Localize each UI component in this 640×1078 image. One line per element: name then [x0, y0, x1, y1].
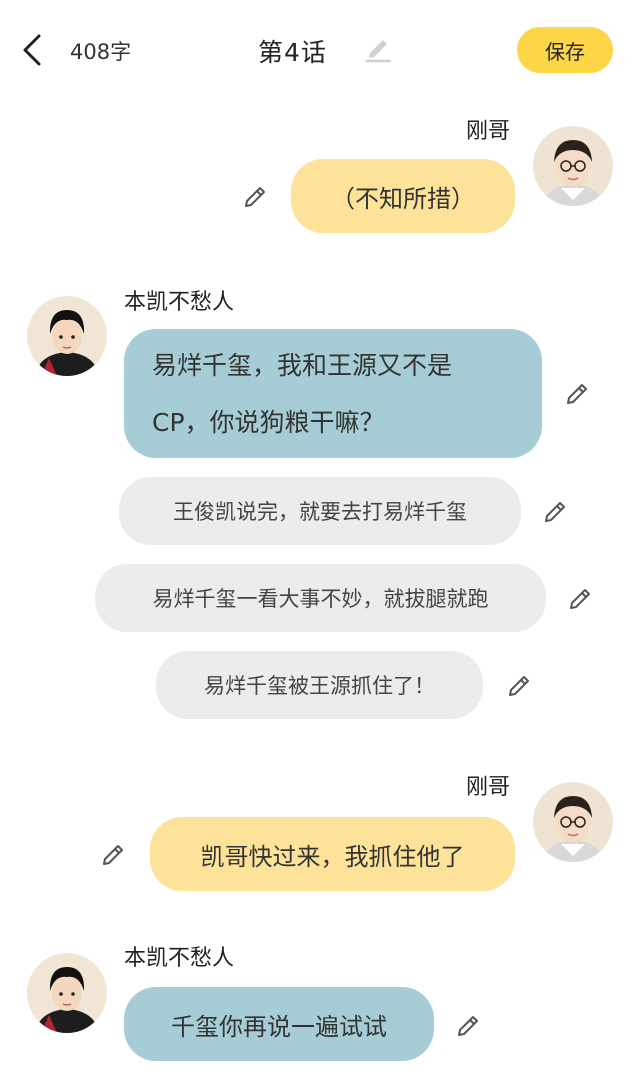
narration-bubble[interactable]: 易烊千玺一看大事不妙，就拔腿就跑 — [95, 564, 546, 632]
pencil-icon — [365, 40, 392, 63]
save-button[interactable]: 保存 — [517, 27, 613, 73]
speaker-name: 本凯不愁人 — [124, 290, 235, 315]
pencil-icon — [103, 845, 123, 865]
back-button[interactable] — [14, 30, 50, 70]
edit-message-button[interactable] — [99, 839, 129, 869]
edit-message-button[interactable] — [241, 181, 271, 211]
pencil-icon — [545, 502, 565, 522]
boy-with-glasses-avatar — [533, 782, 613, 862]
message-text: （不知所措） — [331, 184, 475, 213]
chevron-left-icon — [23, 34, 41, 66]
pencil-icon — [567, 384, 587, 404]
avatar[interactable] — [27, 296, 107, 376]
chapter-title: 第4话 — [258, 38, 327, 67]
boy-dark-hair-avatar — [27, 296, 107, 376]
avatar[interactable] — [533, 782, 613, 862]
pencil-icon — [509, 676, 529, 696]
avatar[interactable] — [533, 126, 613, 206]
message-text: 凯哥快过来，我抓住他了 — [200, 842, 465, 871]
edit-message-button[interactable] — [454, 1010, 484, 1040]
pencil-icon — [458, 1016, 478, 1036]
narration-bubble[interactable]: 易烊千玺被王源抓住了！ — [156, 651, 483, 719]
message-text-line: CP，你说狗粮干嘛？ — [152, 407, 385, 437]
message-text-line: 易烊千玺，我和王源又不是 — [152, 350, 453, 380]
edit-title-button[interactable] — [362, 32, 394, 64]
word-count: 408字 — [70, 40, 132, 64]
edit-message-button[interactable] — [541, 496, 571, 526]
narration-bubble[interactable]: 王俊凯说完，就要去打易烊千玺 — [119, 477, 521, 545]
message-bubble[interactable]: （不知所措） — [291, 159, 515, 233]
pencil-icon — [245, 187, 265, 207]
speaker-name: 本凯不愁人 — [124, 946, 235, 971]
edit-message-button[interactable] — [566, 583, 596, 613]
narration-text: 易烊千玺一看大事不妙，就拔腿就跑 — [152, 587, 489, 611]
narration-text: 王俊凯说完，就要去打易烊千玺 — [173, 500, 467, 524]
boy-with-glasses-avatar — [533, 126, 613, 206]
speaker-name: 刚哥 — [466, 775, 511, 800]
edit-message-button[interactable] — [563, 378, 593, 408]
boy-dark-hair-avatar — [27, 953, 107, 1033]
message-bubble[interactable]: 易烊千玺，我和王源又不是 CP，你说狗粮干嘛？ — [124, 329, 542, 458]
narration-text: 易烊千玺被王源抓住了！ — [204, 674, 435, 698]
edit-message-button[interactable] — [505, 670, 535, 700]
message-bubble[interactable]: 千玺你再说一遍试试 — [124, 987, 434, 1061]
speaker-name: 刚哥 — [466, 119, 511, 144]
avatar[interactable] — [27, 953, 107, 1033]
message-bubble[interactable]: 凯哥快过来，我抓住他了 — [150, 817, 515, 891]
message-text: 千玺你再说一遍试试 — [171, 1012, 387, 1041]
pencil-icon — [570, 589, 590, 609]
